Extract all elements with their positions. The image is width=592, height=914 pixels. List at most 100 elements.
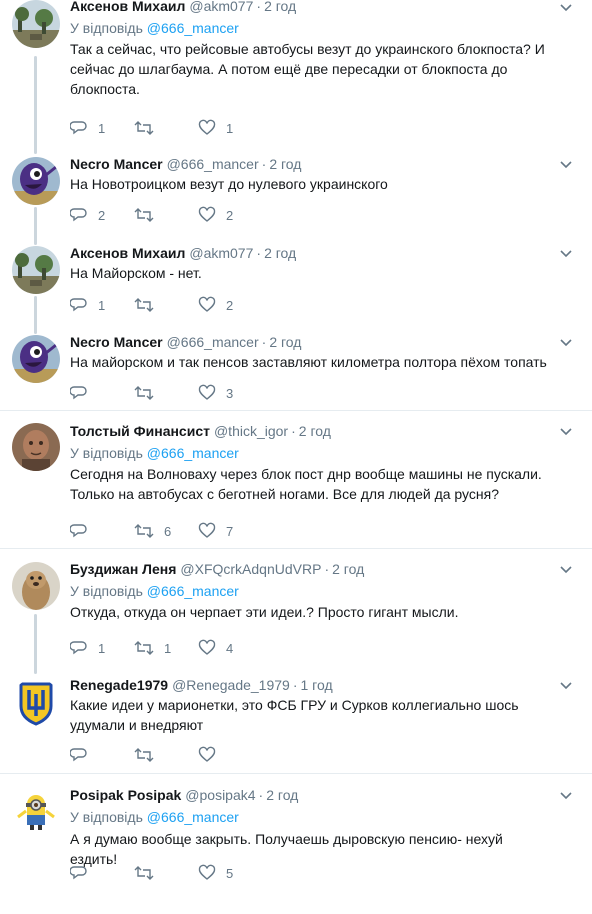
tweet-header: Necro Mancer @666_mancer · 2 год <box>70 155 552 173</box>
like-button[interactable]: 2 <box>198 206 262 224</box>
chevron-down-icon[interactable] <box>558 246 574 262</box>
separator-dot: · <box>256 0 262 14</box>
tweet-actions: 2 2 <box>70 206 262 224</box>
user-fullname[interactable]: Necro Mancer <box>70 155 163 173</box>
reply-count: 2 <box>98 207 106 223</box>
like-button[interactable] <box>198 746 262 764</box>
retweet-button[interactable] <box>134 864 198 882</box>
separator-dot: · <box>256 245 262 261</box>
retweet-button[interactable] <box>134 384 198 402</box>
chevron-down-icon[interactable] <box>558 562 574 578</box>
tweet-actions: 1 1 4 <box>70 639 262 657</box>
retweet-count: 1 <box>164 640 172 656</box>
mention-link[interactable]: @666_mancer <box>147 20 239 36</box>
timestamp[interactable]: 2 год <box>269 333 301 351</box>
reply-count: 1 <box>98 297 106 313</box>
tweet[interactable]: Renegade1979 @Renegade_1979 · 1 год Каки… <box>0 676 592 735</box>
retweet-icon <box>134 866 154 880</box>
timestamp[interactable]: 1 год <box>301 676 333 694</box>
mention-link[interactable]: @666_mancer <box>147 445 239 461</box>
chevron-down-icon[interactable] <box>558 0 574 16</box>
reply-button[interactable]: 1 <box>70 639 134 657</box>
user-handle[interactable]: @akm077 <box>189 0 253 15</box>
reply-button[interactable] <box>70 746 134 764</box>
like-count: 2 <box>226 207 234 223</box>
like-count: 2 <box>226 297 234 313</box>
chevron-down-icon[interactable] <box>558 678 574 694</box>
tweet[interactable]: Аксенов Михаил @akm077 · 2 год У відпові… <box>0 0 592 99</box>
like-button[interactable]: 5 <box>198 864 262 882</box>
chevron-down-icon[interactable] <box>558 424 574 440</box>
user-handle[interactable]: @666_mancer <box>167 333 259 351</box>
retweet-icon <box>134 121 154 135</box>
reply-context: У відповідь @666_mancer <box>70 808 552 826</box>
user-fullname[interactable]: Necro Mancer <box>70 333 163 351</box>
timestamp[interactable]: 2 год <box>264 0 296 15</box>
user-fullname[interactable]: Posipak Posipak <box>70 786 181 804</box>
chevron-down-icon[interactable] <box>558 157 574 173</box>
reply-button[interactable] <box>70 864 134 882</box>
tweet[interactable]: Аксенов Михаил @akm077 · 2 год На Майорс… <box>0 244 592 283</box>
reply-button[interactable]: 1 <box>70 296 134 314</box>
timestamp[interactable]: 2 год <box>299 422 331 440</box>
retweet-button[interactable] <box>134 206 198 224</box>
user-fullname[interactable]: Буздижан Леня <box>70 560 176 578</box>
timestamp[interactable]: 2 год <box>332 560 364 578</box>
mention-link[interactable]: @666_mancer <box>147 809 239 825</box>
divider <box>0 773 592 774</box>
timestamp[interactable]: 2 год <box>264 244 296 262</box>
divider <box>0 410 592 411</box>
heart-icon <box>198 639 216 655</box>
like-button[interactable]: 4 <box>198 639 262 657</box>
retweet-icon <box>134 386 154 400</box>
like-button[interactable]: 7 <box>198 522 262 540</box>
user-fullname[interactable]: Аксенов Михаил <box>70 0 185 15</box>
retweet-button[interactable] <box>134 296 198 314</box>
reply-count: 1 <box>98 120 106 136</box>
user-fullname[interactable]: Аксенов Михаил <box>70 244 185 262</box>
like-count: 1 <box>226 120 234 136</box>
heart-icon <box>198 522 216 538</box>
tweet[interactable]: Posipak Posipak @posipak4 · 2 год У відп… <box>0 786 592 869</box>
timestamp[interactable]: 2 год <box>266 786 298 804</box>
retweet-count: 6 <box>164 523 172 539</box>
tweet[interactable]: Necro Mancer @666_mancer · 2 год На майо… <box>0 333 592 372</box>
chevron-down-icon[interactable] <box>558 335 574 351</box>
retweet-button[interactable] <box>134 746 198 764</box>
reply-button[interactable] <box>70 522 134 540</box>
user-fullname[interactable]: Renegade1979 <box>70 676 168 694</box>
mention-link[interactable]: @666_mancer <box>147 583 239 599</box>
thread-line <box>34 614 37 674</box>
user-handle[interactable]: @XFQcrkAdqnUdVRP <box>180 560 321 578</box>
user-handle[interactable]: @posipak4 <box>185 786 255 804</box>
tweet[interactable]: Necro Mancer @666_mancer · 2 год На Ново… <box>0 155 592 194</box>
retweet-button[interactable]: 6 <box>134 522 198 540</box>
timestamp[interactable]: 2 год <box>269 155 301 173</box>
like-button[interactable]: 1 <box>198 119 262 137</box>
reply-button[interactable]: 2 <box>70 206 134 224</box>
retweet-button[interactable]: 1 <box>134 639 198 657</box>
tweet-header: Аксенов Михаил @akm077 · 2 год <box>70 0 552 15</box>
user-handle[interactable]: @Renegade_1979 <box>172 676 290 694</box>
user-handle[interactable]: @666_mancer <box>167 155 259 173</box>
reply-icon <box>70 866 87 880</box>
reply-button[interactable]: 1 <box>70 119 134 137</box>
user-fullname[interactable]: Толстый Финансист <box>70 422 210 440</box>
thread-line <box>34 207 37 245</box>
like-button[interactable]: 3 <box>198 384 262 402</box>
user-handle[interactable]: @thick_igor <box>214 422 288 440</box>
reply-context: У відповідь @666_mancer <box>70 444 552 462</box>
like-count: 5 <box>226 865 234 881</box>
like-button[interactable]: 2 <box>198 296 262 314</box>
retweet-button[interactable] <box>134 119 198 137</box>
user-handle[interactable]: @akm077 <box>189 244 253 262</box>
tweet-text: Какие идеи у марионетки, это ФСБ ГРУ и С… <box>70 697 519 733</box>
reply-icon <box>70 121 87 135</box>
tweet[interactable]: Толстый Финансист @thick_igor · 2 год У … <box>0 422 592 504</box>
heart-icon <box>198 119 216 135</box>
tweet-actions: 6 7 <box>70 522 262 540</box>
chevron-down-icon[interactable] <box>558 788 574 804</box>
reply-button[interactable] <box>70 384 134 402</box>
reply-icon <box>70 748 87 762</box>
tweet[interactable]: Буздижан Леня @XFQcrkAdqnUdVRP · 2 год У… <box>0 560 592 622</box>
